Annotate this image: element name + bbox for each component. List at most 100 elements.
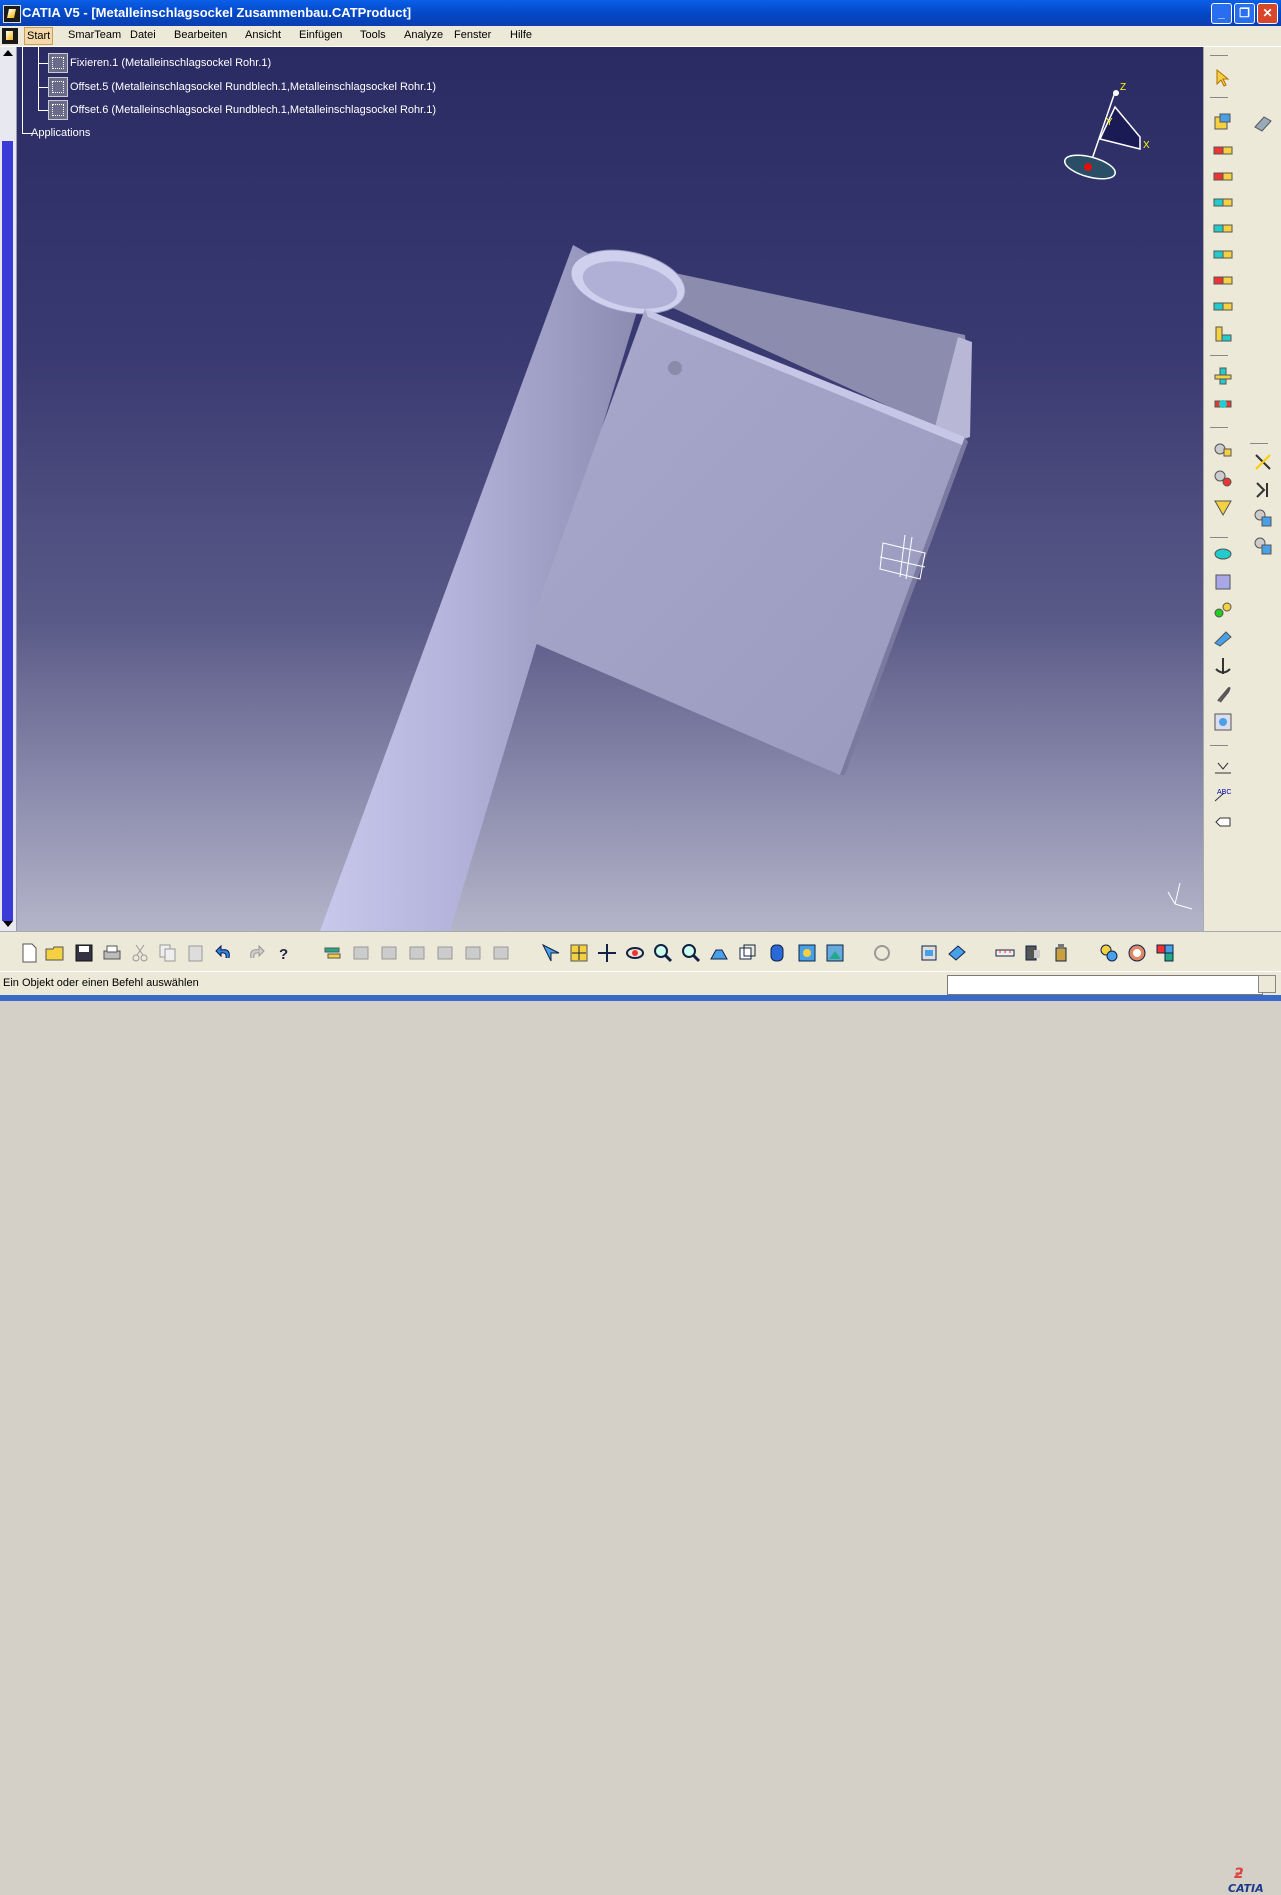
print-icon[interactable] (101, 942, 123, 964)
assembly-geometry (320, 90, 1193, 931)
close-button[interactable]: ✕ (1257, 3, 1278, 24)
clash-icon[interactable] (1252, 479, 1274, 501)
sketch-icon[interactable] (1212, 111, 1234, 133)
constraint-icon[interactable] (406, 942, 428, 964)
menu-analyze[interactable]: Analyze (404, 29, 443, 41)
open-icon[interactable] (44, 942, 66, 964)
menu-fenster[interactable]: Fenster (454, 29, 491, 41)
constraint-icon[interactable] (1212, 165, 1234, 187)
tree-node-offset-6[interactable]: Offset.6 (Metalleinschlagsockel Rundblec… (48, 100, 436, 120)
hide-show-icon[interactable] (796, 942, 818, 964)
measure-icon[interactable] (1022, 942, 1044, 964)
rotate-icon[interactable] (596, 942, 618, 964)
constraint-icon[interactable] (1212, 217, 1234, 239)
constraint-icon (48, 77, 68, 97)
scroll-down-arrow-icon[interactable] (3, 921, 13, 927)
command-button[interactable] (1258, 975, 1276, 993)
tree-node-offset-5[interactable]: Offset.5 (Metalleinschlagsockel Rundblec… (48, 77, 436, 97)
catalog-icon[interactable] (918, 942, 940, 964)
constraint-icon[interactable] (434, 942, 456, 964)
existing-component-icon[interactable] (1252, 535, 1274, 557)
tree-node-applications[interactable]: Applications (31, 127, 90, 139)
tree-scrollbar[interactable] (0, 47, 17, 931)
menu-bearbeiten[interactable]: Bearbeiten (174, 29, 227, 41)
save-icon[interactable] (73, 942, 95, 964)
constraint-icon[interactable] (462, 942, 484, 964)
constraint-icon (48, 53, 68, 73)
existing-component-icon[interactable] (1252, 507, 1274, 529)
material-icon[interactable] (1050, 942, 1072, 964)
update-icon[interactable] (322, 942, 344, 964)
normal-view-icon[interactable] (708, 942, 730, 964)
copy-icon[interactable] (157, 942, 179, 964)
constraint-icon[interactable] (490, 942, 512, 964)
plate-hole (668, 361, 682, 375)
select-arrow-icon[interactable] (1212, 67, 1234, 89)
catia-logo: ƻ CATIA (1228, 1866, 1264, 1895)
menu-ansicht[interactable]: Ansicht (245, 29, 281, 41)
3d-viewport[interactable]: Z Y X (0, 47, 1203, 931)
material-icon[interactable] (1154, 942, 1176, 964)
existing-component-icon[interactable] (1212, 439, 1234, 461)
fit-all-icon[interactable] (540, 942, 562, 964)
constraint-icon[interactable] (1212, 269, 1234, 291)
restore-button[interactable]: ❐ (1234, 3, 1255, 24)
explode-icon[interactable] (1212, 467, 1234, 489)
manipulate-icon[interactable] (1212, 365, 1234, 387)
render-style-icon[interactable] (766, 942, 788, 964)
constraint-icon[interactable] (1212, 139, 1234, 161)
constraint-icon[interactable] (1212, 323, 1234, 345)
measure-icon[interactable] (994, 942, 1016, 964)
constraint-icon[interactable] (1212, 191, 1234, 213)
scrollbar-thumb[interactable] (2, 141, 13, 921)
pan-icon[interactable] (568, 942, 590, 964)
rotate-icon[interactable] (624, 942, 646, 964)
zoom-out-icon[interactable] (680, 942, 702, 964)
weld-icon[interactable] (1212, 627, 1234, 649)
command-input[interactable] (947, 975, 1263, 995)
undo-icon[interactable] (213, 942, 235, 964)
measure-icon[interactable] (1212, 683, 1234, 705)
menu-hilfe[interactable]: Hilfe (510, 29, 532, 41)
flag-icon[interactable] (1212, 811, 1234, 833)
constraint-icon[interactable] (1212, 243, 1234, 265)
minimize-button[interactable]: _ (1211, 3, 1232, 24)
constraint-icon[interactable] (350, 942, 372, 964)
material-icon[interactable] (1126, 942, 1148, 964)
new-component-icon[interactable] (1252, 451, 1274, 473)
catia-app-icon[interactable] (3, 5, 21, 23)
status-message: Ein Objekt oder einen Befehl auswählen (3, 977, 199, 989)
menu-datei[interactable]: Datei (130, 29, 156, 41)
sag-icon[interactable] (1212, 571, 1234, 593)
menu-tools[interactable]: Tools (360, 29, 386, 41)
swap-icon[interactable] (824, 942, 846, 964)
measure-icon[interactable] (1212, 755, 1234, 777)
new-icon[interactable] (18, 942, 40, 964)
section-icon[interactable] (1212, 497, 1234, 519)
zoom-in-icon[interactable] (652, 942, 674, 964)
document-menu-icon[interactable] (2, 28, 18, 44)
scroll-up-arrow-icon[interactable] (3, 50, 13, 56)
paste-icon[interactable] (185, 942, 207, 964)
views-icon[interactable] (736, 942, 758, 964)
swap-icon[interactable] (946, 942, 968, 964)
constraint-icon[interactable] (378, 942, 400, 964)
catalog-icon[interactable] (1212, 655, 1234, 677)
annotation-icon[interactable] (1212, 599, 1234, 621)
text-icon[interactable]: ABC (1212, 783, 1234, 805)
cut-icon[interactable] (129, 942, 151, 964)
catalog-icon[interactable] (1252, 111, 1274, 133)
tree-node-fixieren[interactable]: Fixieren.1 (Metalleinschlagsockel Rohr.1… (48, 53, 271, 73)
redo-icon[interactable] (245, 942, 267, 964)
menu-einfuegen[interactable]: Einfügen (299, 29, 342, 41)
catalog-icon[interactable] (1212, 711, 1234, 733)
snap-icon[interactable] (1212, 393, 1234, 415)
help-icon[interactable]: ? (274, 942, 296, 964)
update-icon[interactable] (871, 942, 893, 964)
3ds-mark-icon: ƻ (1234, 1866, 1244, 1882)
menu-start[interactable]: Start (24, 27, 54, 45)
distance-icon[interactable] (1212, 543, 1234, 565)
material-icon[interactable] (1098, 942, 1120, 964)
menu-smarteam[interactable]: SmarTeam (68, 29, 121, 41)
constraint-icon[interactable] (1212, 295, 1234, 317)
